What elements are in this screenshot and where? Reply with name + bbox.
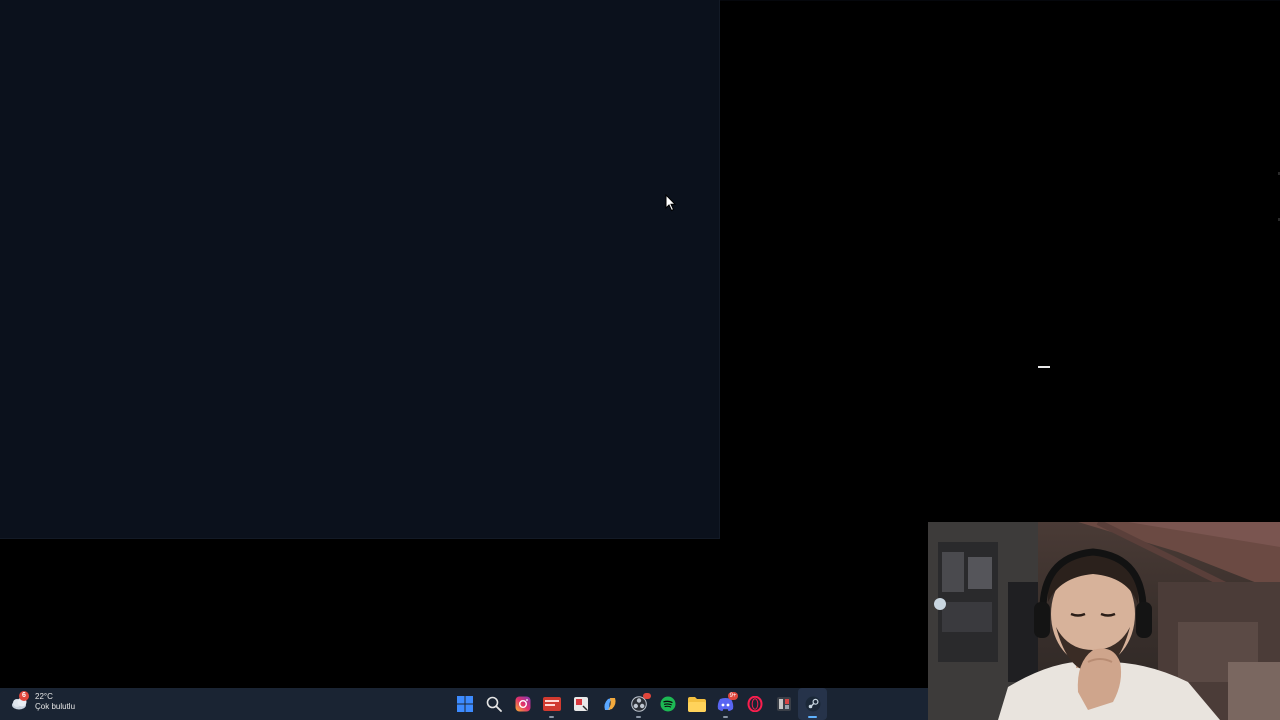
windows-logo-icon xyxy=(456,696,473,712)
start-button[interactable] xyxy=(450,688,479,720)
mouse-cursor-icon xyxy=(665,194,677,212)
obs-recording-badge xyxy=(643,693,651,699)
app-steam[interactable] xyxy=(798,688,827,720)
steam-icon xyxy=(805,696,820,712)
weather-widget[interactable]: 6 22°C Çok bulutlu xyxy=(10,691,76,712)
opera-gx-icon xyxy=(747,696,762,712)
cloudy-weather-icon: 6 xyxy=(10,691,30,712)
taskbar-apps: 9+ xyxy=(450,688,827,720)
app-file-explorer[interactable] xyxy=(682,688,711,720)
search-button[interactable] xyxy=(479,688,508,720)
weather-condition: Çok bulutlu xyxy=(35,702,76,711)
top-edge-line xyxy=(720,0,1280,1)
app-obs[interactable] xyxy=(624,688,653,720)
app-copilot[interactable] xyxy=(595,688,624,720)
taskbar: 6 22°C Çok bulutlu 9+ xyxy=(0,688,928,720)
app-game-launcher[interactable] xyxy=(769,688,798,720)
weather-badge: 6 xyxy=(19,691,29,701)
discord-badge: 9+ xyxy=(728,692,738,700)
app-video-editor[interactable] xyxy=(537,688,566,720)
app-snipping-tool[interactable] xyxy=(566,688,595,720)
instagram-icon xyxy=(515,696,530,712)
folder-icon xyxy=(687,696,706,712)
video-editor-icon xyxy=(542,697,561,711)
loading-indicator xyxy=(1038,366,1050,368)
blank-app-window[interactable] xyxy=(0,0,720,539)
spotify-icon xyxy=(660,696,675,712)
weather-temperature: 22°C xyxy=(35,692,53,701)
webcam-overlay xyxy=(928,522,1280,720)
snipping-tool-icon xyxy=(573,697,588,711)
search-icon xyxy=(486,696,502,712)
desktop: 6 22°C Çok bulutlu 9+ xyxy=(0,0,1280,720)
app-spotify[interactable] xyxy=(653,688,682,720)
app-opera-gx[interactable] xyxy=(740,688,769,720)
app-discord[interactable]: 9+ xyxy=(711,688,740,720)
game-launcher-icon xyxy=(776,697,791,711)
copilot-icon xyxy=(603,698,616,710)
app-instagram[interactable] xyxy=(508,688,537,720)
